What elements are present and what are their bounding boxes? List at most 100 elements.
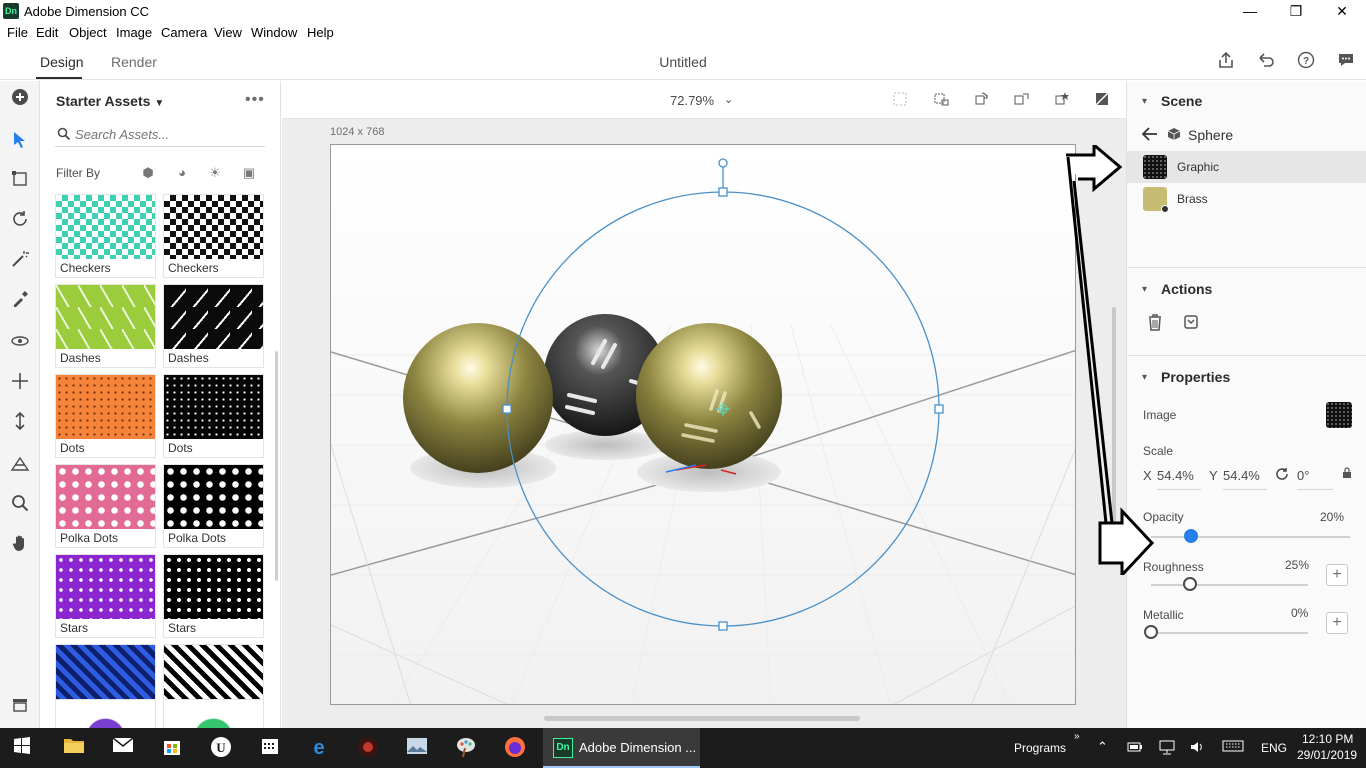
sample-tool-icon[interactable]: [8, 290, 32, 314]
asset-tile[interactable]: Stars: [163, 554, 264, 638]
paint-icon[interactable]: [454, 736, 478, 760]
menu-window[interactable]: Window: [251, 25, 297, 40]
roughness-slider-track[interactable]: [1151, 584, 1308, 586]
move-tool-icon[interactable]: [8, 372, 32, 396]
asset-tile[interactable]: [163, 699, 264, 728]
asset-tile[interactable]: Dashes: [163, 284, 264, 368]
clock-time[interactable]: 12:10 PM: [1302, 732, 1353, 746]
orbit-camera-icon[interactable]: [8, 332, 32, 356]
photos-icon[interactable]: [405, 736, 429, 760]
asset-tile[interactable]: Dots: [163, 374, 264, 458]
metallic-add-button[interactable]: +: [1326, 612, 1348, 634]
asset-tile[interactable]: Dots: [55, 374, 156, 458]
network-icon[interactable]: [1158, 739, 1176, 758]
menu-camera[interactable]: Camera: [161, 25, 207, 40]
file-explorer-icon[interactable]: [62, 736, 86, 760]
lock-icon[interactable]: [1342, 467, 1352, 482]
metallic-slider-track[interactable]: [1151, 632, 1308, 634]
frame-icon[interactable]: [892, 91, 908, 110]
share-icon[interactable]: [1215, 51, 1237, 73]
restore-button[interactable]: ❐: [1273, 0, 1319, 22]
close-button[interactable]: ✕: [1319, 0, 1365, 22]
tab-render[interactable]: Render: [111, 54, 157, 70]
zoom-icon[interactable]: [8, 494, 32, 518]
metallic-slider-knob[interactable]: [1144, 625, 1158, 639]
add-icon[interactable]: [8, 88, 32, 112]
programs-expand-icon[interactable]: »: [1074, 731, 1080, 742]
language-indicator[interactable]: ENG: [1261, 741, 1287, 755]
back-arrow-icon[interactable]: [1141, 127, 1158, 144]
scale-object-icon[interactable]: [1053, 91, 1071, 110]
layer-brass[interactable]: Brass: [1127, 183, 1366, 215]
menu-view[interactable]: View: [214, 25, 242, 40]
orbit-tool-icon[interactable]: [8, 210, 32, 234]
place-on-model-icon[interactable]: [1183, 314, 1199, 333]
scale-y-field[interactable]: 54.4%: [1223, 468, 1267, 490]
programs-toolbar[interactable]: Programs: [1014, 741, 1066, 755]
assets-dropdown[interactable]: Starter Assets ▼: [56, 93, 164, 109]
rotate-object-icon[interactable]: [972, 91, 990, 110]
app-red-icon[interactable]: [356, 736, 380, 760]
hand-tool-icon[interactable]: [8, 534, 32, 558]
scale-x-field[interactable]: 54.4%: [1157, 468, 1201, 490]
volume-icon[interactable]: [1189, 739, 1205, 758]
align-icon[interactable]: [1094, 91, 1110, 110]
windows-start-icon[interactable]: [10, 736, 34, 760]
roughness-slider-knob[interactable]: [1183, 577, 1198, 591]
asset-tile[interactable]: Polka Dots: [163, 464, 264, 548]
calendar-icon[interactable]: [258, 736, 282, 760]
marquee-tool-icon[interactable]: [8, 170, 32, 194]
store-icon[interactable]: [160, 736, 184, 760]
3d-viewport[interactable]: [330, 144, 1076, 705]
horizon-tool-icon[interactable]: [8, 454, 32, 478]
undo-icon[interactable]: [1255, 51, 1277, 73]
fit-selection-icon[interactable]: [933, 91, 951, 110]
menu-file[interactable]: File: [7, 25, 28, 40]
scene-chevron-icon[interactable]: ▾: [1142, 96, 1147, 107]
search-input[interactable]: [75, 127, 260, 142]
unreal-engine-icon[interactable]: U: [209, 736, 233, 760]
panel-toggle-icon[interactable]: [8, 696, 32, 720]
magic-wand-icon[interactable]: [8, 250, 32, 274]
horizontal-scrollbar[interactable]: [544, 716, 860, 721]
asset-tile[interactable]: Checkers: [163, 194, 264, 278]
asset-tile[interactable]: Checkers: [55, 194, 156, 278]
asset-tile[interactable]: Stars: [55, 554, 156, 638]
taskbar-dimension-app[interactable]: Dn Adobe Dimension ...: [543, 728, 700, 768]
edge-browser-icon[interactable]: e: [307, 736, 331, 760]
rotation-field[interactable]: 0°: [1297, 468, 1333, 490]
dolly-tool-icon[interactable]: [8, 411, 32, 436]
firefox-icon[interactable]: [503, 736, 527, 760]
menu-object[interactable]: Object: [69, 25, 107, 40]
filter-images-icon[interactable]: ▣: [241, 165, 257, 181]
filter-lights-icon[interactable]: ☀: [207, 165, 223, 181]
tray-chevron-icon[interactable]: ⌃: [1097, 739, 1108, 755]
select-tool-icon[interactable]: [8, 130, 32, 154]
feedback-icon[interactable]: [1335, 51, 1357, 73]
asset-tile[interactable]: [55, 699, 156, 728]
filter-models-icon[interactable]: ⬢: [140, 165, 156, 181]
asset-tile[interactable]: Dashes: [55, 284, 156, 368]
battery-icon[interactable]: [1127, 739, 1143, 756]
zoom-chevron-icon[interactable]: ⌄: [724, 93, 733, 106]
move-object-icon[interactable]: [1012, 91, 1030, 110]
opacity-slider-track[interactable]: [1151, 536, 1350, 538]
mail-icon[interactable]: [111, 736, 135, 760]
keyboard-icon[interactable]: [1222, 739, 1244, 756]
assets-scrollbar[interactable]: [275, 351, 278, 581]
image-thumbnail[interactable]: [1326, 402, 1352, 428]
asset-tile[interactable]: Polka Dots: [55, 464, 156, 548]
menu-edit[interactable]: Edit: [36, 25, 58, 40]
roughness-add-button[interactable]: +: [1326, 564, 1348, 586]
more-options-icon[interactable]: •••: [245, 91, 265, 109]
clock-date[interactable]: 29/01/2019: [1297, 748, 1357, 762]
zoom-level[interactable]: 72.79%: [670, 93, 714, 108]
menu-help[interactable]: Help: [307, 25, 334, 40]
layer-graphic[interactable]: Graphic: [1127, 151, 1366, 183]
filter-materials-icon[interactable]: ◕: [174, 165, 190, 181]
minimize-button[interactable]: —: [1227, 0, 1273, 22]
menu-image[interactable]: Image: [116, 25, 152, 40]
help-icon[interactable]: ?: [1295, 51, 1317, 73]
opacity-slider-knob[interactable]: [1183, 529, 1198, 543]
tab-design[interactable]: Design: [40, 54, 84, 70]
